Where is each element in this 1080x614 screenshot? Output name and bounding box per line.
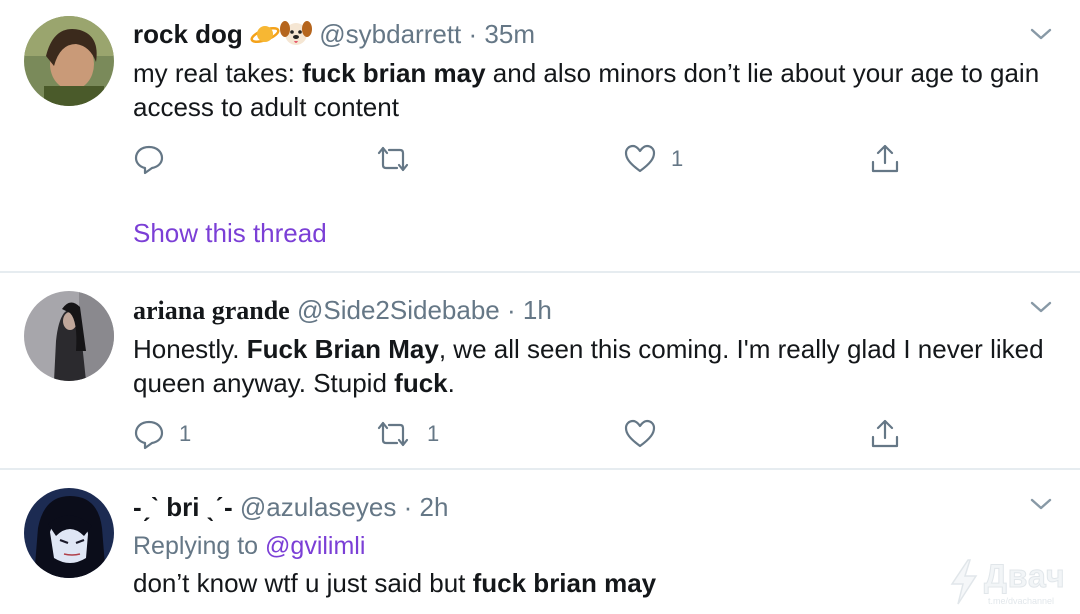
watermark-text: Двач [984,558,1066,595]
dog-face-icon [280,19,313,55]
share-icon [871,144,899,173]
user-handle[interactable]: @azulaseyes [240,492,396,522]
avatar[interactable] [24,488,114,578]
tweet-2[interactable]: ariana grande @Side2Sidebabe · 1h Honest… [0,273,1080,468]
display-name[interactable]: -ˏˋ bri ˎˊ- [133,492,233,522]
timestamp[interactable]: 2h [419,492,448,522]
avatar[interactable] [24,291,114,381]
share-icon [871,419,899,448]
heart-icon [624,144,656,173]
share-button[interactable] [869,142,901,176]
heart-icon [624,419,656,448]
watermark-subtext: t.me/dvachannel [988,596,1055,606]
retweet-icon [377,146,409,172]
lightning-icon [950,559,978,605]
like-button[interactable]: 1 [623,142,683,176]
timestamp[interactable]: 1h [523,295,552,325]
avatar[interactable] [24,16,114,106]
retweet-icon [377,421,409,447]
separator-dot: · [506,295,516,325]
tweet-header: ariana grande @Side2Sidebabe · 1h [133,293,552,328]
reply-button[interactable] [133,142,179,176]
reply-icon [134,145,164,175]
tweet-1[interactable]: rock dog @sybdarrett · 35m my real takes… [0,0,1080,272]
replying-to: Replying to @gvilimli [133,532,366,560]
retweet-count: 1 [427,421,440,446]
chevron-down-icon[interactable] [1028,494,1054,514]
tweet-text: Honestly. Fuck Brian May, we all seen th… [133,334,1044,398]
display-name[interactable]: rock dog [133,19,243,49]
tweet-header: rock dog @sybdarrett · 35m [133,17,535,55]
share-button[interactable] [869,417,901,451]
tweet-header: -ˏˋ bri ˎˊ- @azulaseyes · 2h [133,490,448,524]
mention-link[interactable]: @gvilimli [265,532,365,560]
like-count: 1 [671,146,684,171]
separator-dot: · [468,19,478,49]
like-button[interactable] [623,417,671,451]
timestamp[interactable]: 35m [484,19,535,49]
tweet-3[interactable]: -ˏˋ bri ˎˊ- @azulaseyes · 2h Replying to… [0,470,1080,614]
tweet-text: my real takes: fuck brian may and also m… [133,58,1040,122]
reply-icon [134,420,164,450]
user-handle[interactable]: @Side2Sidebabe [297,295,500,325]
chevron-down-icon[interactable] [1028,24,1054,44]
retweet-button[interactable] [373,142,427,176]
watermark: Двач t.me/dvachannel [948,558,1076,608]
chevron-down-icon[interactable] [1028,297,1054,317]
reply-count: 1 [179,421,192,446]
separator-dot: · [403,492,413,522]
ringed-planet-icon [250,21,280,55]
display-name[interactable]: ariana grande [133,296,290,325]
reply-button[interactable]: 1 [133,417,191,451]
tweet-text: don’t know wtf u just said but fuck bria… [133,568,657,598]
user-handle[interactable]: @sybdarrett [319,19,461,49]
show-thread-link[interactable]: Show this thread [133,218,327,249]
retweet-button[interactable]: 1 [373,417,439,451]
